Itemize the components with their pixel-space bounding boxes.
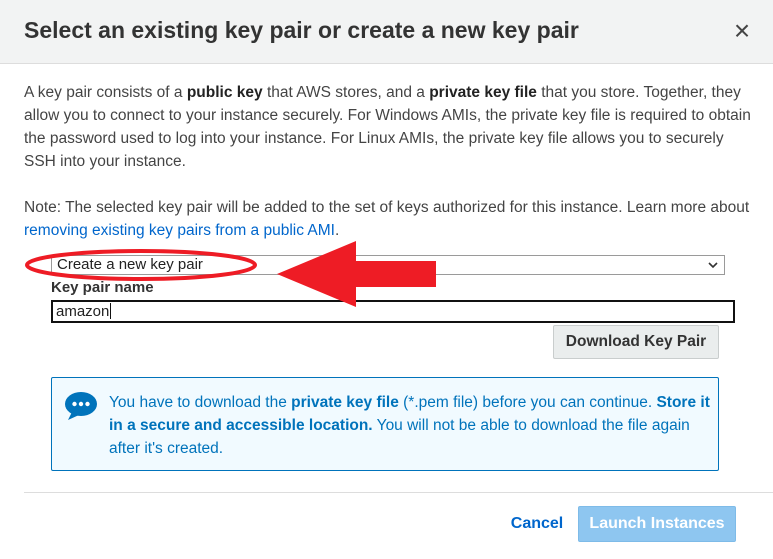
dialog-title: Select an existing key pair or create a … [24, 17, 579, 43]
close-icon[interactable]: × [728, 16, 756, 46]
cancel-button[interactable]: Cancel [505, 510, 569, 538]
key-pair-name-label: Key pair name [51, 279, 154, 296]
intro-private-key-file: private key file [429, 84, 537, 101]
dialog-header: Select an existing key pair or create a … [0, 0, 773, 64]
launch-instances-button[interactable]: Launch Instances [578, 506, 736, 542]
key-pair-select[interactable]: Create a new key pair [51, 255, 725, 275]
intro-text-2: that AWS stores, and a [262, 84, 430, 101]
key-pair-select-value: Create a new key pair [57, 256, 203, 273]
info-private-key-file: private key file [291, 394, 399, 411]
chat-bubble-icon [65, 392, 97, 420]
chevron-down-icon [708, 262, 718, 269]
footer-divider [24, 492, 773, 493]
note-text: Note: The selected key pair will be adde… [24, 199, 750, 216]
text-caret [110, 303, 112, 319]
key-pair-name-input[interactable]: amazon [51, 300, 735, 323]
intro-paragraph: A key pair consists of a public key that… [24, 81, 759, 173]
note-end: . [334, 222, 340, 239]
note-paragraph: Note: The selected key pair will be adde… [24, 196, 759, 242]
key-pair-name-value: amazon [56, 303, 110, 320]
intro-text-1: A key pair consists of a [24, 84, 187, 101]
info-alert: You have to download the private key fil… [51, 377, 719, 471]
download-key-pair-button[interactable]: Download Key Pair [553, 325, 719, 359]
info-text-1: You have to download the [109, 394, 292, 411]
remove-key-pairs-link[interactable]: removing existing key pairs from a publi… [24, 222, 335, 239]
intro-public-key: public key [186, 84, 263, 101]
info-text-2: (*.pem file) before you can continue. [398, 394, 657, 411]
info-message: You have to download the private key fil… [109, 391, 714, 460]
